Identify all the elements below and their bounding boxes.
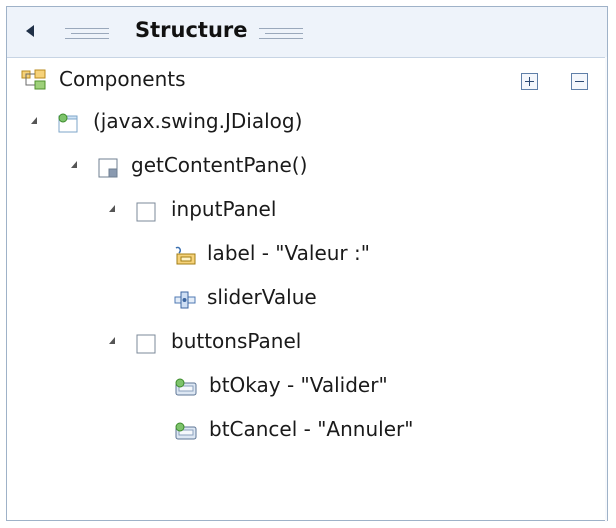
collapse-panel-arrow-icon[interactable] — [25, 25, 35, 37]
tree-node-label: buttonsPanel — [171, 329, 302, 353]
tree-node-label: (javax.swing.JDialog) — [93, 109, 303, 133]
button-icon — [175, 422, 197, 440]
tree-node-label: label - "Valeur :" — [207, 241, 370, 265]
expanded-triangle-icon[interactable] — [71, 161, 77, 168]
structure-panel: Structure Components (javax.swing.JDialo… — [6, 6, 608, 522]
label-icon — [175, 246, 196, 265]
tree-node-label: inputPanel — [171, 197, 277, 221]
expanded-triangle-icon[interactable] — [109, 337, 115, 344]
collapse-all-button[interactable] — [571, 73, 588, 90]
button-icon — [175, 378, 197, 396]
panel-icon — [136, 334, 156, 354]
structure-title: Structure — [135, 18, 248, 42]
tree-node-label: getContentPane() — [131, 153, 308, 177]
panel-right-edge — [605, 57, 607, 522]
drag-grip-left[interactable] — [65, 28, 109, 39]
structure-title-bar: Structure — [7, 7, 607, 58]
tree-node-label: sliderValue — [207, 285, 317, 309]
dialog-icon — [58, 113, 78, 133]
panel-icon — [136, 202, 156, 222]
expand-all-button[interactable] — [521, 73, 538, 90]
tree-node-label: btOkay - "Valider" — [209, 373, 388, 397]
expanded-triangle-icon[interactable] — [31, 117, 37, 124]
components-label: Components — [59, 67, 186, 91]
slider-icon — [174, 291, 196, 309]
drag-grip-right[interactable] — [259, 28, 303, 39]
components-tree-icon — [21, 69, 46, 90]
content-pane-icon — [98, 158, 118, 178]
expanded-triangle-icon[interactable] — [109, 205, 115, 212]
tree-node-label: btCancel - "Annuler" — [209, 417, 414, 441]
